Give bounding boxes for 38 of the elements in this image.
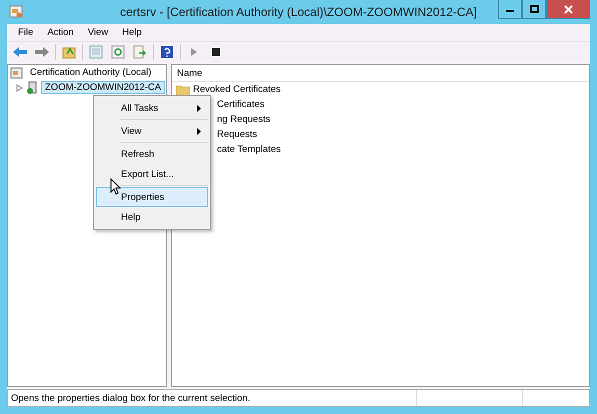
menu-item[interactable]: File [11, 27, 40, 38]
tree-item[interactable]: ZOOM-ZOOMWIN2012-CA [41, 81, 166, 94]
menu-item[interactable]: Help [96, 207, 208, 227]
export-button[interactable] [131, 43, 149, 61]
server-icon [26, 81, 38, 94]
app-icon [9, 5, 23, 19]
minimize-button[interactable] [498, 0, 522, 19]
close-button[interactable] [546, 0, 590, 19]
menu-item[interactable]: Properties [96, 187, 208, 207]
menu-item[interactable]: All Tasks [96, 98, 208, 118]
maximize-icon [530, 5, 538, 13]
play-icon [189, 47, 199, 57]
close-icon [564, 4, 572, 14]
properties-sheet-button[interactable] [87, 43, 105, 61]
list-item[interactable]: ng Requests [217, 114, 270, 125]
menu-item[interactable]: View [96, 121, 208, 141]
list-item[interactable]: cate Templates [217, 144, 281, 155]
tree-item[interactable]: Certification Authority (Local) [26, 66, 156, 79]
list-item[interactable]: Certificates [217, 99, 265, 110]
submenu-arrow-icon [197, 104, 201, 112]
menu-item[interactable]: Export List... [96, 164, 208, 184]
status-text: Opens the properties dialog box for the current selection. [10, 392, 252, 404]
certificate-authority-icon [10, 66, 23, 78]
window-title: certsrv - [Certification Authority (Local)\ZOOM-ZOOMWIN2012-CA] [119, 5, 478, 19]
menu-item[interactable]: Refresh [96, 144, 208, 164]
menu-item[interactable]: Action [40, 27, 81, 38]
list-item[interactable]: Revoked Certificates [193, 84, 281, 95]
menu-item[interactable]: Help [115, 27, 149, 38]
maximize-button[interactable] [522, 0, 546, 19]
column-header[interactable]: Name [177, 68, 202, 78]
list-item[interactable]: Requests [217, 129, 258, 140]
mouse-cursor-icon [110, 178, 121, 195]
stop-icon [211, 47, 221, 57]
help-button[interactable] [158, 43, 176, 61]
expand-icon[interactable] [16, 84, 23, 92]
menu-item[interactable]: View [80, 27, 116, 38]
refresh-button[interactable] [109, 43, 127, 61]
submenu-arrow-icon [197, 128, 201, 134]
